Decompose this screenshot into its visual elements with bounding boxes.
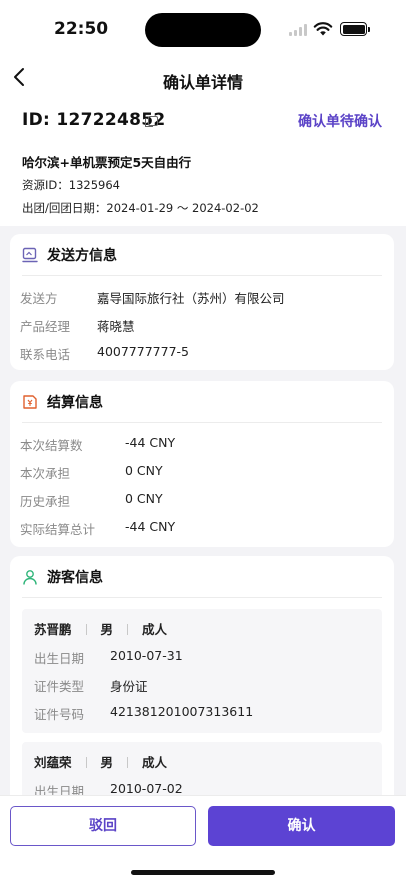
row-value: 身份证 — [110, 679, 148, 694]
row-value: 嘉导国际旅行社（苏州）有限公司 — [97, 291, 285, 306]
order-header: ID: 127224852 确认单待确认 哈尔滨+单机票预定5天自由行 资源ID… — [0, 102, 406, 226]
row-value: -44 CNY — [125, 519, 176, 534]
resource-id: 资源ID：1325964 — [22, 178, 120, 192]
traveler-type: 成人 — [142, 622, 168, 637]
travelers-card-header: 游客信息 — [22, 556, 382, 598]
confirm-button[interactable]: 确认 — [208, 806, 395, 846]
row-label: 历史承担 — [20, 494, 71, 509]
row-label: 证件号码 — [34, 707, 85, 722]
traveler-type: 成人 — [142, 755, 168, 770]
sender-card-header: 发送方信息 — [22, 234, 382, 276]
row-label: 产品经理 — [20, 319, 71, 334]
traveler-name: 刘蕴荣 — [34, 755, 72, 770]
product-name: 哈尔滨+单机票预定5天自由行 — [22, 155, 192, 170]
row-label: 实际结算总计 — [20, 522, 96, 537]
row-label: 联系电话 — [20, 347, 71, 362]
traveler-gender: 男 — [100, 622, 114, 637]
row-label: 发送方 — [20, 291, 58, 306]
page-title: 确认单详情 — [162, 73, 243, 92]
travelers-card: 游客信息 苏晋鹏男成人 出生日期 2010-07-31 证件类型 身份证 证件号… — [10, 556, 394, 816]
row-value: 0 CNY — [125, 463, 163, 478]
cellular-signal-icon — [289, 24, 309, 36]
row-value: 4007777777-5 — [97, 344, 189, 359]
status-bar: 22:50 — [0, 0, 406, 56]
sender-icon — [22, 247, 38, 263]
wifi-icon — [313, 22, 333, 36]
row-label: 出生日期 — [34, 651, 85, 666]
status-time: 22:50 — [54, 19, 109, 39]
bottom-action-bar: 驳回 确认 — [0, 795, 406, 883]
battery-icon — [340, 22, 370, 36]
row-value: 0 CNY — [125, 491, 163, 506]
row-value: 蒋晓慧 — [97, 319, 135, 334]
row-value: 421381201007313611 — [110, 704, 254, 719]
traveler-gender: 男 — [100, 755, 114, 770]
travelers-title: 游客信息 — [47, 570, 103, 586]
row-label: 本次承担 — [20, 466, 71, 481]
reject-button[interactable]: 驳回 — [10, 806, 196, 846]
row-value: 2010-07-02 — [110, 781, 183, 796]
settlement-card: 结算信息 本次结算数 -44 CNY 本次承担 0 CNY 历史承担 0 CNY… — [10, 381, 394, 547]
home-indicator[interactable] — [131, 870, 275, 875]
settlement-card-header: 结算信息 — [22, 381, 382, 423]
dynamic-island — [145, 13, 261, 47]
sender-title: 发送方信息 — [47, 248, 117, 264]
traveler-summary: 刘蕴荣 男 成人 — [34, 752, 167, 771]
row-value: -44 CNY — [125, 435, 176, 450]
sender-card: 发送方信息 发送方 嘉导国际旅行社（苏州）有限公司 产品经理 蒋晓慧 联系电话 … — [10, 234, 394, 370]
trip-dates: 出团/回团日期：2024-01-29 ～ 2024-02-02 — [22, 201, 259, 215]
row-label: 本次结算数 — [20, 438, 83, 453]
copy-icon[interactable] — [145, 116, 158, 127]
traveler-name: 苏晋鹏 — [34, 622, 72, 637]
traveler-summary: 苏晋鹏 男 成人 — [34, 619, 167, 638]
settlement-icon — [23, 395, 37, 409]
order-id: ID: 127224852 — [22, 110, 166, 130]
traveler-icon — [23, 570, 37, 585]
status-badge: 确认单待确认 — [298, 114, 382, 130]
row-value: 2010-07-31 — [110, 648, 183, 663]
settlement-title: 结算信息 — [47, 395, 103, 411]
row-label: 证件类型 — [34, 679, 85, 694]
traveler-item: 苏晋鹏 男 成人 出生日期 2010-07-31 证件类型 身份证 证件号码 421… — [22, 609, 382, 733]
nav-bar: 确认单详情 — [0, 56, 406, 102]
